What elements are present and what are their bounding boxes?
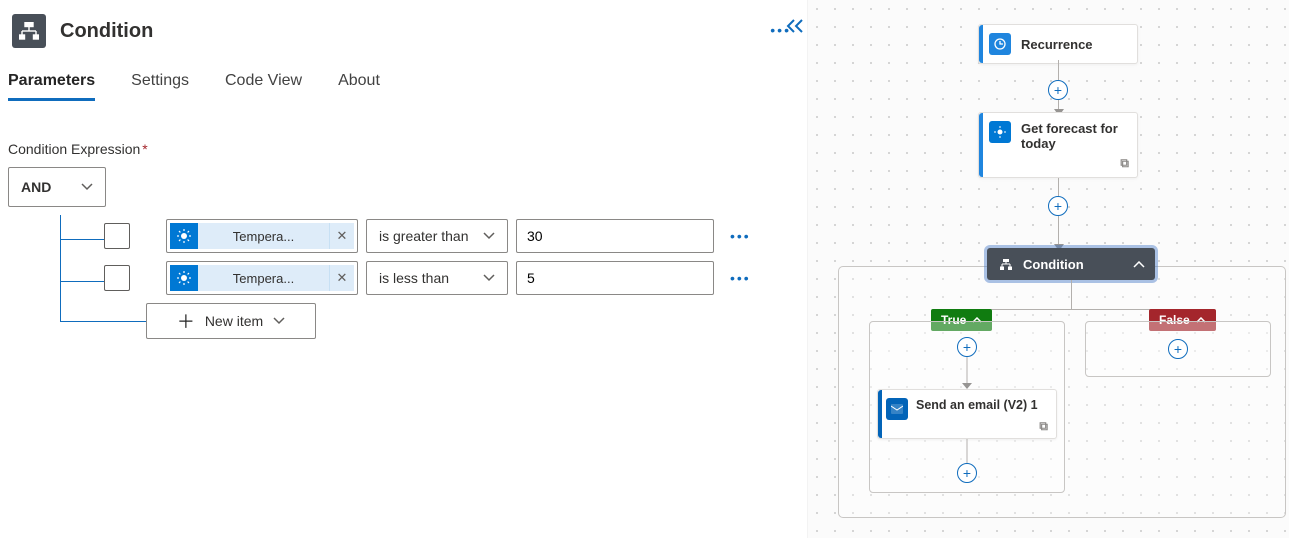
chevron-down-icon [483,274,495,282]
node-recurrence[interactable]: Recurrence [978,24,1138,64]
weather-icon [989,121,1011,143]
rule-more-button[interactable]: ••• [730,270,751,286]
add-step-button[interactable]: + [1168,339,1188,359]
rule-checkbox[interactable] [104,223,130,249]
node-label: Send an email (V2) 1 [916,398,1038,412]
node-label: Get forecast for today [1021,121,1127,151]
link-icon: ⧉ [1120,156,1129,171]
node-accent [979,25,983,63]
operand-token-label: Tempera... [198,265,330,291]
panel-header: Condition [8,10,797,66]
connector [1058,60,1059,80]
chevron-up-icon[interactable] [1133,257,1145,272]
chevron-down-icon [273,317,285,325]
connector [1058,178,1059,196]
weather-icon [170,265,198,291]
logic-rail-branch [60,239,104,240]
link-icon: ⧉ [1039,419,1048,434]
branch-false-inner: + [1085,321,1271,377]
comparator-dropdown[interactable]: is less than [366,261,508,295]
logic-operator-dropdown[interactable]: AND [8,167,106,207]
clock-icon [989,33,1011,55]
required-asterisk: * [142,141,147,157]
collapse-panel-button[interactable] [784,18,808,37]
connector [967,439,968,463]
add-step-button[interactable]: + [1048,196,1068,216]
page-title: Condition [60,20,153,43]
chevron-down-icon [81,183,93,191]
tabstrip: Parameters Settings Code View About [8,66,797,107]
condition-icon [12,14,46,48]
rule-row: Tempera... ✕ is less than ••• [104,257,797,299]
branch-true-inner: + Send an email (V2) 1 ⧉ + [869,321,1065,493]
node-label: Recurrence [1021,37,1093,52]
rules-container: Tempera... ✕ is greater than ••• Tempera… [8,215,797,339]
node-accent [979,113,983,177]
tab-settings[interactable]: Settings [131,66,189,101]
operand-token-field[interactable]: Tempera... ✕ [166,219,358,253]
new-item-button[interactable]: ＋ New item [146,303,316,339]
condition-properties-panel: Condition ••• Parameters Settings Code V… [0,0,808,538]
logic-rail [60,215,61,321]
operand-token-label: Tempera... [198,223,330,249]
operand-token-field[interactable]: Tempera... ✕ [166,261,358,295]
logic-rail-branch [60,321,146,322]
logic-rail-branch [60,281,104,282]
tab-parameters[interactable]: Parameters [8,66,95,101]
add-step-button[interactable]: + [1048,80,1068,100]
add-step-button[interactable]: + [957,337,977,357]
section-label-text: Condition Expression [8,141,140,157]
value-input[interactable] [516,219,714,253]
comparator-dropdown[interactable]: is greater than [366,219,508,253]
chevron-down-icon [483,232,495,240]
logic-operator-value: AND [21,179,51,195]
condition-group[interactable]: Condition True False + Send an email (V2… [838,266,1286,518]
remove-token-button[interactable]: ✕ [330,223,354,249]
connector [1058,216,1059,246]
outlook-icon [886,398,908,420]
new-item-label: New item [205,313,263,329]
rule-row: Tempera... ✕ is greater than ••• [104,215,797,257]
tab-codeview[interactable]: Code View [225,66,302,101]
node-label: Condition [1023,257,1084,272]
value-input[interactable] [516,261,714,295]
flow-canvas[interactable]: Recurrence + Get forecast for today ⧉ + … [808,0,1289,538]
tab-about[interactable]: About [338,66,380,101]
connector [1071,280,1072,310]
node-send-email[interactable]: Send an email (V2) 1 ⧉ [877,389,1057,439]
node-condition[interactable]: Condition [987,248,1155,280]
add-step-button[interactable]: + [957,463,977,483]
node-get-forecast[interactable]: Get forecast for today ⧉ [978,112,1138,178]
weather-icon [170,223,198,249]
plus-icon: ＋ [177,308,195,334]
comparator-value: is less than [379,270,449,286]
comparator-value: is greater than [379,228,469,244]
node-accent [878,390,882,438]
rule-checkbox[interactable] [104,265,130,291]
condition-icon [997,255,1015,273]
remove-token-button[interactable]: ✕ [330,265,354,291]
rule-more-button[interactable]: ••• [730,228,751,244]
connector [967,357,968,385]
condition-expression-label: Condition Expression* [8,141,797,157]
